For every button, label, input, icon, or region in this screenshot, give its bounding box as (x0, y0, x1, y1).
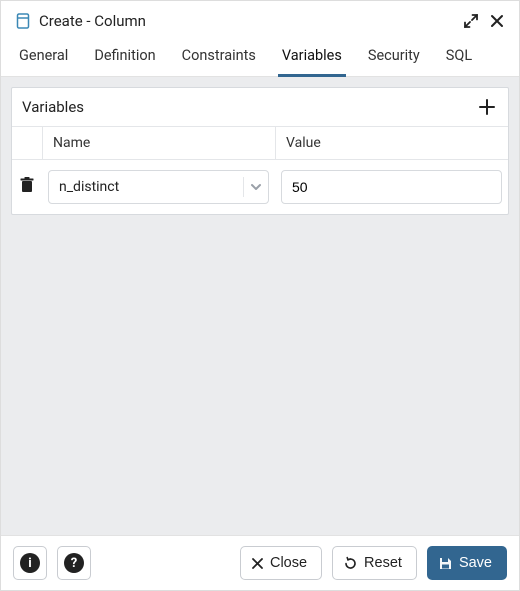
info-icon: i (20, 553, 40, 573)
col-header-delete (12, 135, 42, 151)
add-row-button[interactable] (476, 96, 498, 118)
col-header-name: Name (42, 127, 275, 159)
variables-panel: Variables Name Value (11, 87, 509, 215)
close-button[interactable]: Close (240, 546, 322, 580)
table-row: n_distinct (12, 160, 508, 214)
dialog-footer: i ? Close Reset Save (1, 535, 519, 590)
col-header-value: Value (275, 127, 508, 159)
chevron-down-icon (243, 177, 262, 197)
help-icon: ? (64, 553, 84, 573)
reset-icon (343, 556, 358, 571)
value-input[interactable] (281, 170, 502, 204)
window-title: Create - Column (39, 12, 455, 30)
panel-header: Variables (12, 88, 508, 127)
info-button[interactable]: i (13, 546, 47, 580)
expand-icon[interactable] (461, 11, 481, 31)
save-icon (438, 556, 453, 571)
titlebar: Create - Column (1, 1, 519, 39)
grid-header: Name Value (12, 127, 508, 160)
dialog-body: Variables Name Value (1, 77, 519, 535)
help-button[interactable]: ? (57, 546, 91, 580)
variables-grid: Name Value n_distinct (12, 127, 508, 214)
trash-icon[interactable] (20, 177, 34, 197)
tabs: General Definition Constraints Variables… (1, 39, 519, 77)
save-button[interactable]: Save (427, 546, 507, 580)
tab-constraints[interactable]: Constraints (178, 39, 260, 77)
tab-definition[interactable]: Definition (90, 39, 159, 77)
name-select[interactable]: n_distinct (48, 170, 269, 204)
panel-title: Variables (22, 98, 84, 116)
reset-button-label: Reset (364, 555, 402, 571)
tab-sql[interactable]: SQL (442, 39, 476, 77)
column-icon (13, 11, 33, 31)
close-icon[interactable] (487, 11, 507, 31)
tab-general[interactable]: General (15, 39, 72, 77)
tab-security[interactable]: Security (364, 39, 424, 77)
save-button-label: Save (459, 555, 492, 571)
x-icon (251, 557, 264, 570)
name-select-value: n_distinct (59, 179, 119, 195)
close-button-label: Close (270, 555, 307, 571)
tab-variables[interactable]: Variables (278, 39, 346, 77)
reset-button[interactable]: Reset (332, 546, 417, 580)
